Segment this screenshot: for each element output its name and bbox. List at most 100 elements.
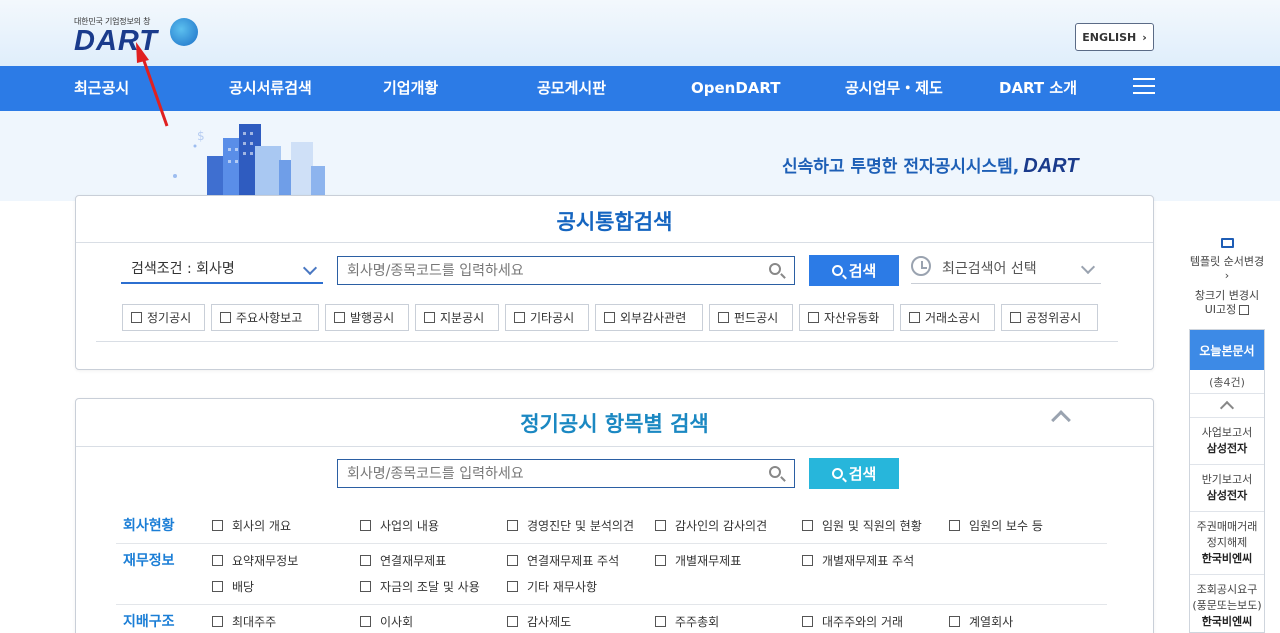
nav-item-doc-search[interactable]: 공시서류검색 [229, 66, 312, 111]
nav-item-offering-board[interactable]: 공모게시판 [537, 66, 606, 111]
item-checkbox[interactable]: 요약재무정보 [212, 552, 298, 569]
item-checkbox[interactable]: 대주주와의 거래 [802, 613, 903, 630]
item-checkbox[interactable]: 사업의 내용 [360, 517, 439, 534]
nav-item-opendart[interactable]: OpenDART [691, 66, 781, 111]
item-checkbox[interactable]: 배당 [212, 578, 254, 595]
item-search-button[interactable]: 검색 [809, 458, 899, 489]
hamburger-menu-icon[interactable] [1133, 78, 1155, 94]
integrated-search-button[interactable]: 검색 [809, 255, 899, 286]
checkbox-icon[interactable] [1239, 305, 1250, 315]
item-checkbox[interactable]: 개별재무제표 주석 [802, 552, 914, 569]
panel-divider [76, 242, 1153, 243]
checkbox-icon [360, 616, 371, 627]
checkbox-icon [802, 616, 813, 627]
ui-fix-line2: UI고정 [1204, 303, 1237, 316]
item-checkbox[interactable]: 경영진단 및 분석의견 [507, 517, 634, 534]
recent-doc-item[interactable]: 주권매매거래정지해제 한국비엔씨 [1190, 512, 1264, 575]
checkbox-icon [655, 616, 666, 627]
category-label: 발행공시 [350, 311, 395, 325]
checkbox-icon [655, 520, 666, 531]
checkbox-icon [949, 520, 960, 531]
category-checkbox[interactable]: 외부감사관련 [595, 304, 703, 331]
checkbox-icon [360, 555, 371, 566]
item-label: 사업의 내용 [380, 519, 440, 533]
template-order-button[interactable]: 템플릿 순서변경 › [1189, 238, 1265, 282]
nav-item-disclosure-system[interactable]: 공시업무・제도 [845, 66, 943, 111]
checkbox-icon [424, 312, 435, 323]
category-checkbox[interactable]: 거래소공시 [900, 304, 995, 331]
category-checkbox[interactable]: 주요사항보고 [211, 304, 319, 331]
item-checkbox[interactable]: 기타 재무사항 [507, 578, 597, 595]
category-checkbox[interactable]: 공정위공시 [1001, 304, 1098, 331]
ui-fix-toggle[interactable]: 창크기 변경시 UI고정 [1189, 289, 1265, 317]
item-checkbox[interactable]: 계열회사 [949, 613, 1013, 630]
integrated-search-title: 공시통합검색 [556, 210, 673, 234]
category-checkbox[interactable]: 기타공시 [505, 304, 589, 331]
recent-doc-item[interactable]: 사업보고서 삼성전자 [1190, 418, 1264, 465]
hero-tagline: 신속하고 투명한 전자공시시스템, DART [782, 152, 1078, 178]
nav-item-company-overview[interactable]: 기업개황 [383, 66, 438, 111]
search-condition-label: 검색조건 : 회사명 [131, 261, 235, 277]
search-icon[interactable] [769, 263, 781, 275]
item-checkbox[interactable]: 임원의 보수 등 [949, 517, 1043, 534]
item-checkbox[interactable]: 주주총회 [655, 613, 719, 630]
category-checkbox[interactable]: 자산유동화 [799, 304, 894, 331]
item-checkbox[interactable]: 감사인의 감사의견 [655, 517, 767, 534]
english-button-label: ENGLISH [1082, 30, 1137, 44]
recent-doc-item[interactable]: 반기보고서 삼성전자 [1190, 465, 1264, 512]
search-icon[interactable] [769, 466, 781, 478]
item-checkbox[interactable]: 이사회 [360, 613, 413, 630]
checkbox-icon [507, 616, 518, 627]
recently-viewed-title: 오늘본문서 [1190, 330, 1264, 370]
item-checkbox[interactable]: 감사제도 [507, 613, 571, 630]
row-divider [116, 543, 1107, 544]
checkbox-icon [514, 312, 525, 323]
category-label: 자산유동화 [824, 311, 880, 325]
item-checkbox[interactable]: 자금의 조달 및 사용 [360, 578, 480, 595]
search-icon [831, 265, 843, 276]
dart-logo[interactable]: 대한민국 기업정보의 창 DART [74, 14, 204, 57]
item-label: 기타 재무사항 [527, 580, 598, 594]
item-checkbox[interactable]: 연결재무제표 [360, 552, 446, 569]
category-label: 정기공시 [147, 311, 192, 325]
category-checkbox[interactable]: 지분공시 [415, 304, 499, 331]
item-checkbox[interactable]: 임원 및 직원의 현황 [802, 517, 922, 534]
category-checkbox[interactable]: 정기공시 [122, 304, 205, 331]
category-checkbox[interactable]: 발행공시 [325, 304, 409, 331]
row-divider [116, 604, 1107, 605]
search-condition-select[interactable]: 검색조건 : 회사명 [121, 254, 323, 284]
item-label: 감사제도 [527, 615, 572, 629]
recent-doc-item[interactable]: 조회공시요구(풍문또는보도) 한국비엔씨 [1190, 575, 1264, 633]
item-label: 계열회사 [969, 615, 1014, 629]
category-label: 주요사항보고 [236, 311, 303, 325]
item-label: 배당 [232, 580, 255, 594]
recent-search-select[interactable]: 최근검색어 선택 [911, 254, 1101, 284]
english-button[interactable]: ENGLISH › [1075, 23, 1154, 51]
item-search-input[interactable] [337, 459, 795, 488]
recent-doc-type: 조회공시요구(풍문또는보도) [1192, 583, 1262, 612]
nav-item-about-dart[interactable]: DART 소개 [999, 66, 1077, 111]
item-checkbox[interactable]: 최대주주 [212, 613, 276, 630]
recent-doc-company: 한국비엔씨 [1201, 615, 1253, 628]
category-label: 공정위공시 [1026, 311, 1082, 325]
scroll-up-icon[interactable] [1190, 394, 1264, 418]
recent-doc-type: 반기보고서 [1201, 473, 1253, 486]
recent-doc-type: 주권매매거래정지해제 [1196, 520, 1258, 549]
item-label: 개별재무제표 주석 [822, 554, 915, 568]
monitor-icon [1220, 238, 1234, 248]
item-checkbox[interactable]: 개별재무제표 [655, 552, 741, 569]
checkbox-icon [212, 616, 223, 627]
nav-item-recent[interactable]: 최근공시 [74, 66, 129, 111]
search-button-label: 검색 [848, 465, 877, 483]
integrated-search-input[interactable] [337, 256, 795, 285]
checkbox-icon [334, 312, 345, 323]
tagline-brand: DART [1023, 155, 1079, 177]
checkbox-icon [212, 555, 223, 566]
recent-doc-company: 삼성전자 [1206, 489, 1248, 502]
checkbox-icon [802, 555, 813, 566]
item-checkbox[interactable]: 연결재무제표 주석 [507, 552, 619, 569]
item-label: 자금의 조달 및 사용 [380, 580, 480, 594]
category-checkbox[interactable]: 펀드공시 [709, 304, 793, 331]
panel-divider [76, 446, 1153, 447]
item-checkbox[interactable]: 회사의 개요 [212, 517, 291, 534]
